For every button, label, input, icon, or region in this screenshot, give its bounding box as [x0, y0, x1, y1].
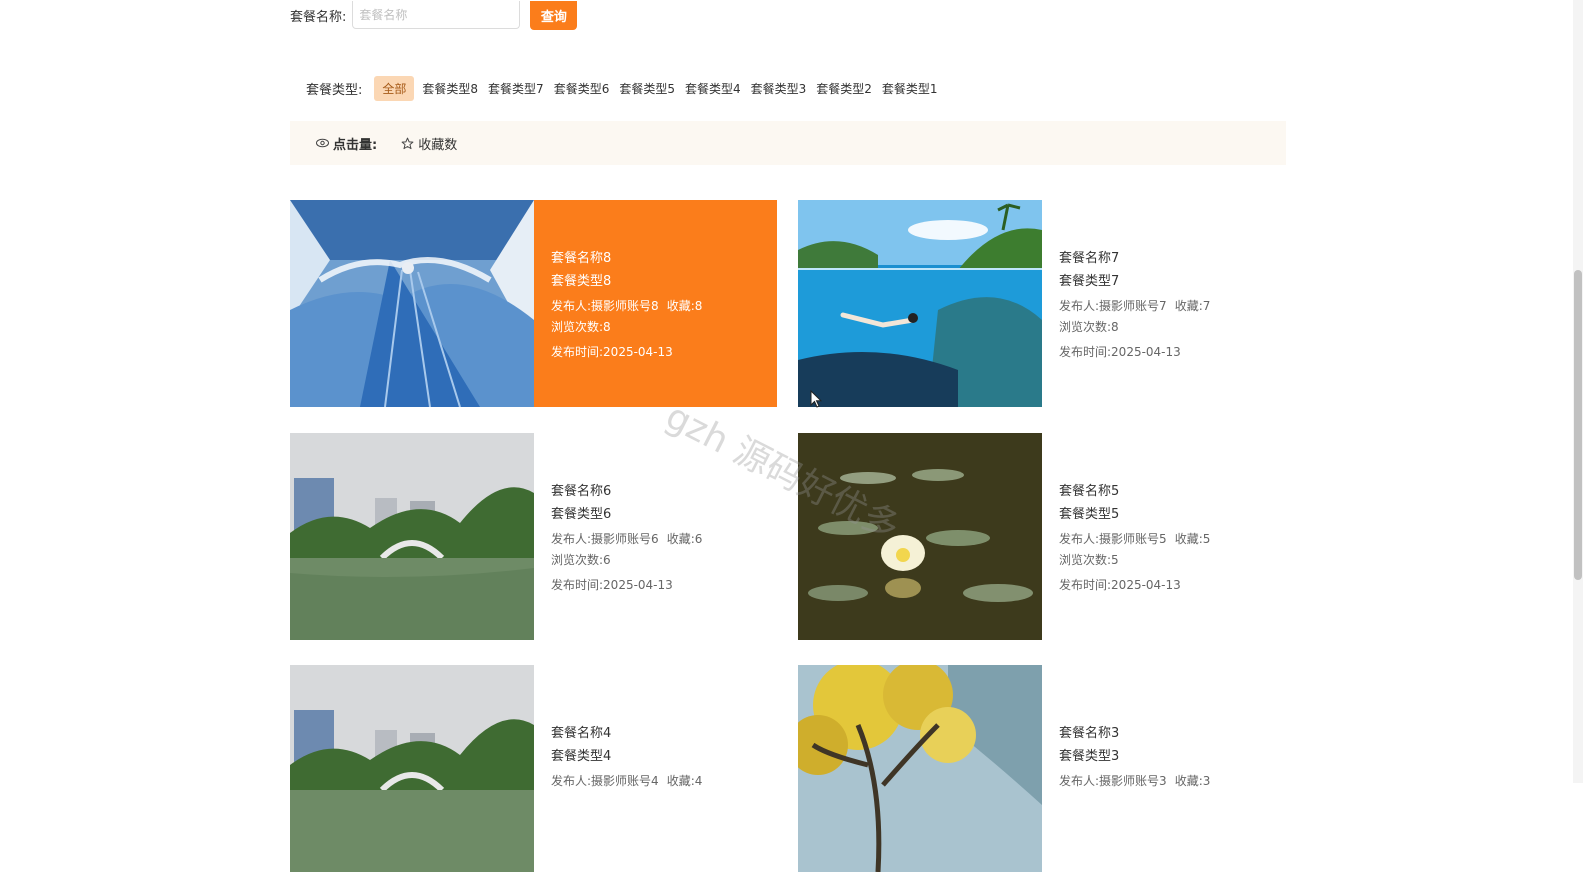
package-views: 浏览次数:8: [551, 320, 611, 334]
sort-by-clicks[interactable]: 点击量:: [316, 134, 377, 153]
package-info: 套餐名称4 套餐类型4 发布人:摄影师账号4 收藏:4: [534, 665, 777, 872]
search-row: 套餐名称: 查询: [290, 0, 578, 30]
package-views: 浏览次数:5: [1059, 553, 1119, 567]
package-card[interactable]: 套餐名称4 套餐类型4 发布人:摄影师账号4 收藏:4: [290, 665, 777, 872]
type-tag-8[interactable]: 套餐类型8: [418, 76, 482, 101]
package-favorites: 收藏:6: [666, 532, 703, 546]
package-type: 套餐类型6: [551, 507, 612, 522]
package-info: 套餐名称6 套餐类型6 发布人:摄影师账号6 收藏:6 浏览次数:6 发布时间:2…: [534, 433, 777, 640]
package-card[interactable]: 套餐名称5 套餐类型5 发布人:摄影师账号5 收藏:5 浏览次数:5 发布时间:2…: [798, 433, 1285, 640]
package-card[interactable]: 套餐名称7 套餐类型7 发布人:摄影师账号7 收藏:7 浏览次数:8 发布时间:2…: [798, 200, 1285, 407]
package-image[interactable]: [290, 200, 534, 407]
package-favorites: 收藏:7: [1174, 299, 1211, 313]
package-info: 套餐名称3 套餐类型3 发布人:摄影师账号3 收藏:3: [1042, 665, 1285, 872]
package-publisher: 发布人:摄影师账号7: [1059, 299, 1167, 313]
sort-clicks-label: 点击量:: [333, 137, 378, 153]
package-name[interactable]: 套餐名称5: [1059, 480, 1285, 499]
package-type: 套餐类型3: [1059, 749, 1120, 764]
star-icon: [401, 137, 414, 149]
package-date: 发布时间:2025-04-13: [551, 578, 673, 592]
package-card[interactable]: 套餐名称6 套餐类型6 发布人:摄影师账号6 收藏:6 浏览次数:6 发布时间:2…: [290, 433, 777, 640]
package-date: 发布时间:2025-04-13: [1059, 578, 1181, 592]
package-name[interactable]: 套餐名称6: [551, 480, 777, 499]
package-name[interactable]: 套餐名称8: [551, 247, 777, 266]
type-tag-3[interactable]: 套餐类型3: [747, 76, 811, 101]
package-favorites: 收藏:4: [666, 774, 703, 788]
type-filter-label: 套餐类型:: [306, 82, 363, 98]
package-info: 套餐名称7 套餐类型7 发布人:摄影师账号7 收藏:7 浏览次数:8 发布时间:2…: [1042, 200, 1285, 407]
package-views: 浏览次数:8: [1059, 320, 1119, 334]
type-tag-4[interactable]: 套餐类型4: [681, 76, 745, 101]
sort-by-favorites[interactable]: 收藏数: [401, 134, 457, 153]
type-tag-5[interactable]: 套餐类型5: [615, 76, 679, 101]
sort-bar: 点击量: 收藏数: [290, 121, 1286, 165]
search-input[interactable]: [352, 1, 521, 29]
search-button[interactable]: 查询: [530, 0, 578, 30]
type-tag-1[interactable]: 套餐类型1: [878, 76, 942, 101]
package-info: 套餐名称5 套餐类型5 发布人:摄影师账号5 收藏:5 浏览次数:5 发布时间:2…: [1042, 433, 1285, 640]
type-tag-2[interactable]: 套餐类型2: [812, 76, 876, 101]
package-image[interactable]: [290, 433, 534, 640]
package-type: 套餐类型4: [551, 749, 612, 764]
type-tag-all[interactable]: 全部: [374, 75, 415, 101]
package-name[interactable]: 套餐名称7: [1059, 247, 1285, 266]
package-image[interactable]: [798, 433, 1042, 640]
package-name[interactable]: 套餐名称4: [551, 722, 777, 741]
eye-icon: [316, 138, 329, 148]
package-date: 发布时间:2025-04-13: [551, 345, 673, 359]
package-favorites: 收藏:3: [1174, 774, 1211, 788]
package-name[interactable]: 套餐名称3: [1059, 722, 1285, 741]
package-image[interactable]: [798, 665, 1042, 872]
type-tag-6[interactable]: 套餐类型6: [550, 76, 614, 101]
package-type: 套餐类型7: [1059, 274, 1120, 289]
package-image[interactable]: [290, 665, 534, 872]
package-type: 套餐类型8: [551, 274, 612, 289]
package-date: 发布时间:2025-04-13: [1059, 345, 1181, 359]
mouse-cursor-icon: [810, 390, 822, 408]
package-type: 套餐类型5: [1059, 507, 1120, 522]
package-views: 浏览次数:6: [551, 553, 611, 567]
scrollbar[interactable]: [1573, 0, 1583, 783]
package-favorites: 收藏:5: [1174, 532, 1211, 546]
package-favorites: 收藏:8: [666, 299, 703, 313]
scrollbar-thumb[interactable]: [1574, 270, 1582, 580]
package-publisher: 发布人:摄影师账号8: [551, 299, 659, 313]
package-image[interactable]: [798, 200, 1042, 407]
package-publisher: 发布人:摄影师账号6: [551, 532, 659, 546]
package-card[interactable]: 套餐名称8 套餐类型8 发布人:摄影师账号8 收藏:8 浏览次数:8 发布时间:2…: [290, 200, 777, 407]
type-filter: 套餐类型: 全部 套餐类型8 套餐类型7 套餐类型6 套餐类型5 套餐类型4 套…: [306, 75, 944, 101]
package-publisher: 发布人:摄影师账号5: [1059, 532, 1167, 546]
sort-favorites-label: 收藏数: [418, 137, 458, 153]
search-label: 套餐名称:: [290, 9, 347, 25]
package-publisher: 发布人:摄影师账号3: [1059, 774, 1167, 788]
package-info: 套餐名称8 套餐类型8 发布人:摄影师账号8 收藏:8 浏览次数:8 发布时间:2…: [534, 200, 777, 407]
package-card[interactable]: 套餐名称3 套餐类型3 发布人:摄影师账号3 收藏:3: [798, 665, 1285, 872]
type-tag-7[interactable]: 套餐类型7: [484, 76, 548, 101]
package-publisher: 发布人:摄影师账号4: [551, 774, 659, 788]
